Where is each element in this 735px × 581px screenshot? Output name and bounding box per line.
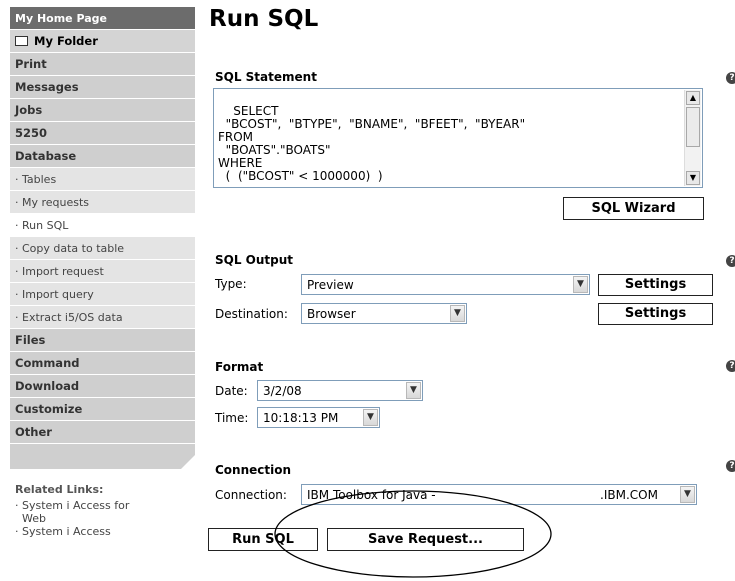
sidebar-item-label: · Import query — [15, 288, 94, 301]
related-link-text: · System i Access — [15, 525, 111, 538]
time-label: Time: — [215, 411, 249, 425]
related-link-system-i-access[interactable]: · System i Access — [15, 525, 195, 538]
sidebar-item-print[interactable]: Print — [10, 53, 195, 76]
sidebar-divider — [10, 444, 195, 469]
output-type-value: Preview — [307, 278, 354, 292]
annotation-ellipse — [274, 490, 552, 578]
sidebar-item-messages[interactable]: Messages — [10, 76, 195, 99]
sidebar-item-home[interactable]: My Home Page — [10, 7, 195, 30]
destination-label: Destination: — [215, 307, 288, 321]
sidebar-item-database[interactable]: Database — [10, 145, 195, 168]
sql-output-heading: SQL Output — [215, 253, 294, 267]
sidebar-item-label: · Import request — [15, 265, 104, 278]
output-type-settings-button[interactable]: Settings — [598, 274, 713, 296]
sidebar-item-label: · My requests — [15, 196, 90, 209]
related-link-text: Web — [15, 512, 46, 525]
date-label: Date: — [215, 384, 248, 398]
sidebar-item-run-sql[interactable]: · Run SQL — [10, 214, 195, 237]
output-type-label: Type: — [215, 277, 247, 291]
sidebar-item-label: 5250 — [15, 126, 48, 140]
chevron-down-icon[interactable]: ▼ — [680, 486, 695, 503]
help-icon[interactable]: ? — [726, 460, 735, 472]
sidebar-item-copy-data-to-table[interactable]: · Copy data to table — [10, 237, 195, 260]
related-link-system-i-access-web[interactable]: · System i Access for Web — [15, 499, 195, 525]
sidebar-nav: My Home Page My Folder Print Messages Jobs… — [10, 7, 195, 581]
sidebar-item-label: Files — [15, 333, 46, 347]
scrollbar-thumb[interactable] — [686, 107, 700, 147]
format-heading: Format — [215, 360, 264, 374]
sql-statement-text: SELECT "BCOST", "BTYPE", "BNAME", "BFEET… — [218, 104, 526, 183]
sidebar-item-tables[interactable]: · Tables — [10, 168, 195, 191]
sidebar-item-label: Messages — [15, 80, 79, 94]
chevron-down-icon[interactable]: ▼ — [573, 276, 588, 293]
date-format-value: 3/2/08 — [263, 384, 302, 398]
sidebar-item-label: Customize — [15, 402, 83, 416]
sidebar-item-my-requests[interactable]: · My requests — [10, 191, 195, 214]
sidebar-item-download[interactable]: Download — [10, 375, 195, 398]
sidebar-item-label: Download — [15, 379, 80, 393]
sidebar-item-label: · Copy data to table — [15, 242, 125, 255]
page-title: Run SQL — [209, 6, 319, 32]
help-icon[interactable]: ? — [726, 72, 735, 84]
sidebar-item-label: Command — [15, 356, 80, 370]
destination-value: Browser — [307, 307, 356, 321]
destination-settings-button[interactable]: Settings — [598, 303, 713, 325]
date-format-select[interactable]: 3/2/08 ▼ — [257, 380, 423, 401]
sql-statement-textarea[interactable]: SELECT "BCOST", "BTYPE", "BNAME", "BFEET… — [213, 88, 703, 188]
sidebar-item-other[interactable]: Other — [10, 421, 195, 444]
sidebar-item-jobs[interactable]: Jobs — [10, 99, 195, 122]
sidebar-item-extract-i5-os-data[interactable]: · Extract i5/OS data — [10, 306, 195, 329]
sidebar-item-label: My Home Page — [15, 12, 107, 25]
folder-icon — [15, 35, 28, 46]
time-format-value: 10:18:13 PM — [263, 411, 339, 425]
textarea-scrollbar[interactable]: ▲ ▼ — [684, 90, 701, 186]
sidebar-item-label: Print — [15, 57, 47, 71]
sidebar-item-label: Jobs — [15, 103, 43, 117]
sql-statement-heading: SQL Statement — [215, 70, 317, 84]
sidebar-item-my-folder[interactable]: My Folder — [10, 30, 195, 53]
sidebar-item-label: · Tables — [15, 173, 57, 186]
sidebar-item-label: · Run SQL — [15, 219, 69, 232]
connection-heading: Connection — [215, 463, 292, 477]
related-links: Related Links: · System i Access for Web… — [10, 483, 195, 538]
output-type-select[interactable]: Preview ▼ — [301, 274, 590, 295]
help-icon[interactable]: ? — [726, 360, 735, 372]
sidebar-item-command[interactable]: Command — [10, 352, 195, 375]
sidebar-item-label: Other — [15, 425, 52, 439]
scroll-up-icon[interactable]: ▲ — [686, 91, 700, 105]
chevron-down-icon[interactable]: ▼ — [406, 382, 421, 399]
sidebar-item-files[interactable]: Files — [10, 329, 195, 352]
related-links-title: Related Links: — [15, 483, 104, 496]
sql-wizard-button[interactable]: SQL Wizard — [563, 197, 704, 220]
chevron-down-icon[interactable]: ▼ — [450, 305, 465, 322]
sidebar-item-import-query[interactable]: · Import query — [10, 283, 195, 306]
sidebar-item-list: Print Messages Jobs 5250 Database · Tables · M… — [10, 53, 195, 444]
sidebar-item-import-request[interactable]: · Import request — [10, 260, 195, 283]
sidebar-item-label: Database — [15, 149, 77, 163]
connection-host-suffix: .IBM.COM — [600, 488, 658, 502]
destination-select[interactable]: Browser ▼ — [301, 303, 467, 324]
sidebar-item-label: · Extract i5/OS data — [15, 311, 123, 324]
sidebar-item-customize[interactable]: Customize — [10, 398, 195, 421]
main-content: Run SQL SQL Statement ? SELECT "BCOST", … — [205, 0, 735, 581]
scroll-down-icon[interactable]: ▼ — [686, 171, 700, 185]
sidebar-item-label: My Folder — [34, 34, 98, 48]
help-icon[interactable]: ? — [726, 255, 735, 267]
related-link-text: · System i Access for — [15, 499, 130, 512]
sidebar-item-5250[interactable]: 5250 — [10, 122, 195, 145]
chevron-down-icon[interactable]: ▼ — [363, 409, 378, 426]
time-format-select[interactable]: 10:18:13 PM ▼ — [257, 407, 380, 428]
